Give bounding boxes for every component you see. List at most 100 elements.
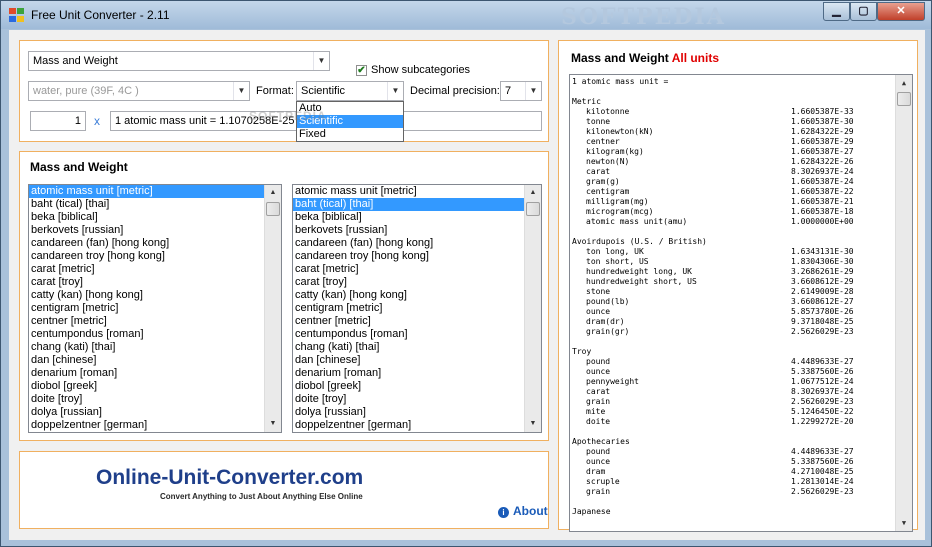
results-unit-name: hundredweight short, US (586, 277, 697, 286)
to-unit-list-item[interactable]: denarium [roman] (293, 367, 541, 380)
results-unit-name: kilogram(kg) (586, 147, 644, 156)
close-button[interactable]: ✕ (877, 2, 925, 21)
results-row: ounce 5.8573780E-26 (570, 307, 894, 317)
maximize-button[interactable]: ▢ (850, 2, 877, 21)
material-select[interactable]: water, pure (39F, 4C ) ▼ (28, 81, 250, 101)
to-unit-list-item[interactable]: centigram [metric] (293, 302, 541, 315)
to-unit-list-item[interactable]: dolya [russian] (293, 406, 541, 419)
to-unit-list-item[interactable]: baht (tical) [thai] (293, 198, 541, 211)
scroll-up-icon[interactable]: ▲ (265, 185, 281, 201)
scroll-up-icon[interactable]: ▲ (896, 75, 912, 91)
about-label: About (513, 504, 548, 518)
online-unit-converter-logo[interactable]: Online-Unit-Converter.com Convert Anythi… (88, 460, 428, 510)
from-unit-list-item[interactable]: berkovets [russian] (29, 224, 281, 237)
from-unit-list-item[interactable]: denarium [roman] (29, 367, 281, 380)
title-bar[interactable]: Free Unit Converter - 2.11 SOFTPEDIA ▁ ▢… (1, 1, 931, 30)
precision-select[interactable]: 7 ▼ (500, 81, 542, 101)
to-unit-list-item[interactable]: atomic mass unit [metric] (293, 185, 541, 198)
to-list-scrollbar[interactable]: ▲ ▼ (524, 185, 541, 432)
results-scrollbar[interactable]: ▲ ▼ (895, 75, 912, 531)
precision-label: Decimal precision: (410, 85, 500, 97)
from-unit-list-item[interactable]: baht (tical) [thai] (29, 198, 281, 211)
to-unit-list[interactable]: atomic mass unit [metric] baht (tical) [t… (292, 184, 542, 433)
chevron-down-icon[interactable]: ▼ (313, 52, 329, 70)
chevron-down-icon[interactable]: ▼ (525, 82, 541, 100)
from-unit-list-item[interactable]: candareen (fan) [hong kong] (29, 237, 281, 250)
to-unit-list-item[interactable]: diobol [greek] (293, 380, 541, 393)
from-unit-list[interactable]: atomic mass unit [metric] baht (tical) [t… (28, 184, 282, 433)
to-unit-list-item[interactable]: candareen (fan) [hong kong] (293, 237, 541, 250)
results-row: hundredweight long, UK 3.2686261E-29 (570, 267, 894, 277)
from-unit-list-item[interactable]: centumpondus [roman] (29, 328, 281, 341)
from-unit-list-item[interactable]: dolya [russian] (29, 406, 281, 419)
scroll-up-icon[interactable]: ▲ (525, 185, 541, 201)
results-unit-value: 5.8573780E-26 (791, 307, 854, 316)
to-unit-list-item[interactable]: doite [troy] (293, 393, 541, 406)
format-option-fixed[interactable]: Fixed (297, 128, 403, 141)
category-select[interactable]: Mass and Weight ▼ (28, 51, 330, 71)
softpedia-watermark: SOFTPEDIA (561, 4, 726, 30)
to-unit-list-item[interactable]: carat [metric] (293, 263, 541, 276)
from-unit-list-item[interactable]: centigram [metric] (29, 302, 281, 315)
results-row: gram(g) 1.6605387E-24 (570, 177, 894, 187)
scroll-down-icon[interactable]: ▼ (265, 416, 281, 432)
results-unit-name: mite (586, 407, 606, 416)
format-select[interactable]: Scientific ▼ (296, 81, 404, 101)
to-unit-list-item[interactable]: dan [chinese] (293, 354, 541, 367)
scroll-thumb[interactable] (897, 92, 911, 106)
from-unit-list-item[interactable]: doite [troy] (29, 393, 281, 406)
results-unit-name: kilotonne (586, 107, 630, 116)
from-unit-list-item[interactable]: catty (kan) [hong kong] (29, 289, 281, 302)
show-subcategories-checkbox[interactable]: ✔ (356, 65, 367, 76)
about-link[interactable]: i About (498, 504, 548, 518)
scroll-down-icon[interactable]: ▼ (525, 416, 541, 432)
from-unit-list-item[interactable]: candareen troy [hong kong] (29, 250, 281, 263)
from-unit-list-item[interactable]: diobol [greek] (29, 380, 281, 393)
minimize-button[interactable]: ▁ (823, 2, 850, 21)
chevron-down-icon[interactable]: ▼ (233, 82, 249, 100)
to-unit-list-item[interactable]: beka [biblical] (293, 211, 541, 224)
scroll-thumb[interactable] (266, 202, 280, 216)
results-unit-name: scruple (586, 477, 620, 486)
format-option-scientific[interactable]: Scientific (297, 115, 403, 128)
to-unit-list-item[interactable]: candareen troy [hong kong] (293, 250, 541, 263)
to-unit-list-item[interactable]: berkovets [russian] (293, 224, 541, 237)
from-unit-list-item[interactable]: carat [troy] (29, 276, 281, 289)
results-unit-name: ton long, UK (586, 247, 644, 256)
results-unit-value: 1.6284322E-26 (791, 157, 854, 166)
from-unit-list-item[interactable]: beka [biblical] (29, 211, 281, 224)
show-subcategories-label[interactable]: Show subcategories (371, 64, 470, 76)
format-label: Format: (256, 85, 294, 97)
from-unit-list-item[interactable]: chang (kati) [thai] (29, 341, 281, 354)
results-row: ounce 5.3387560E-26 (570, 457, 894, 467)
from-unit-list-item[interactable]: atomic mass unit [metric] (29, 185, 281, 198)
to-unit-list-item[interactable]: catty (kan) [hong kong] (293, 289, 541, 302)
close-icon: ✕ (896, 5, 906, 17)
results-unit-value: 1.2813014E-24 (791, 477, 854, 486)
amount-input[interactable]: 1 (30, 111, 86, 131)
chevron-down-icon[interactable]: ▼ (387, 82, 403, 100)
results-row: pound 4.4489633E-27 (570, 447, 894, 457)
to-unit-list-item[interactable]: doppelzentner [german] (293, 419, 541, 432)
scroll-thumb[interactable] (526, 202, 540, 216)
all-units-results[interactable]: 1 atomic mass unit = Metric kilotonne 1.66… (569, 74, 913, 532)
results-unit-name: pennyweight (586, 377, 639, 386)
results-unit-value: 4.4489633E-27 (791, 357, 854, 366)
logo-text: Online-Unit-Converter.com (96, 466, 364, 489)
amount-value: 1 (74, 115, 81, 127)
all-units-panel: Mass and Weight All units 1 atomic mass … (558, 40, 918, 532)
from-unit-list-item[interactable]: dan [chinese] (29, 354, 281, 367)
from-unit-list-item[interactable]: carat [metric] (29, 263, 281, 276)
to-unit-list-item[interactable]: chang (kati) [thai] (293, 341, 541, 354)
from-list-scrollbar[interactable]: ▲ ▼ (264, 185, 281, 432)
from-unit-list-item[interactable]: doppelzentner [german] (29, 419, 281, 432)
format-option-auto[interactable]: Auto (297, 102, 403, 115)
scroll-down-icon[interactable]: ▼ (896, 515, 912, 531)
to-unit-list-item[interactable]: centumpondus [roman] (293, 328, 541, 341)
results-unit-name: ounce (586, 367, 611, 376)
from-unit-list-item[interactable]: centner [metric] (29, 315, 281, 328)
to-unit-list-item[interactable]: centner [metric] (293, 315, 541, 328)
to-unit-list-item[interactable]: carat [troy] (293, 276, 541, 289)
